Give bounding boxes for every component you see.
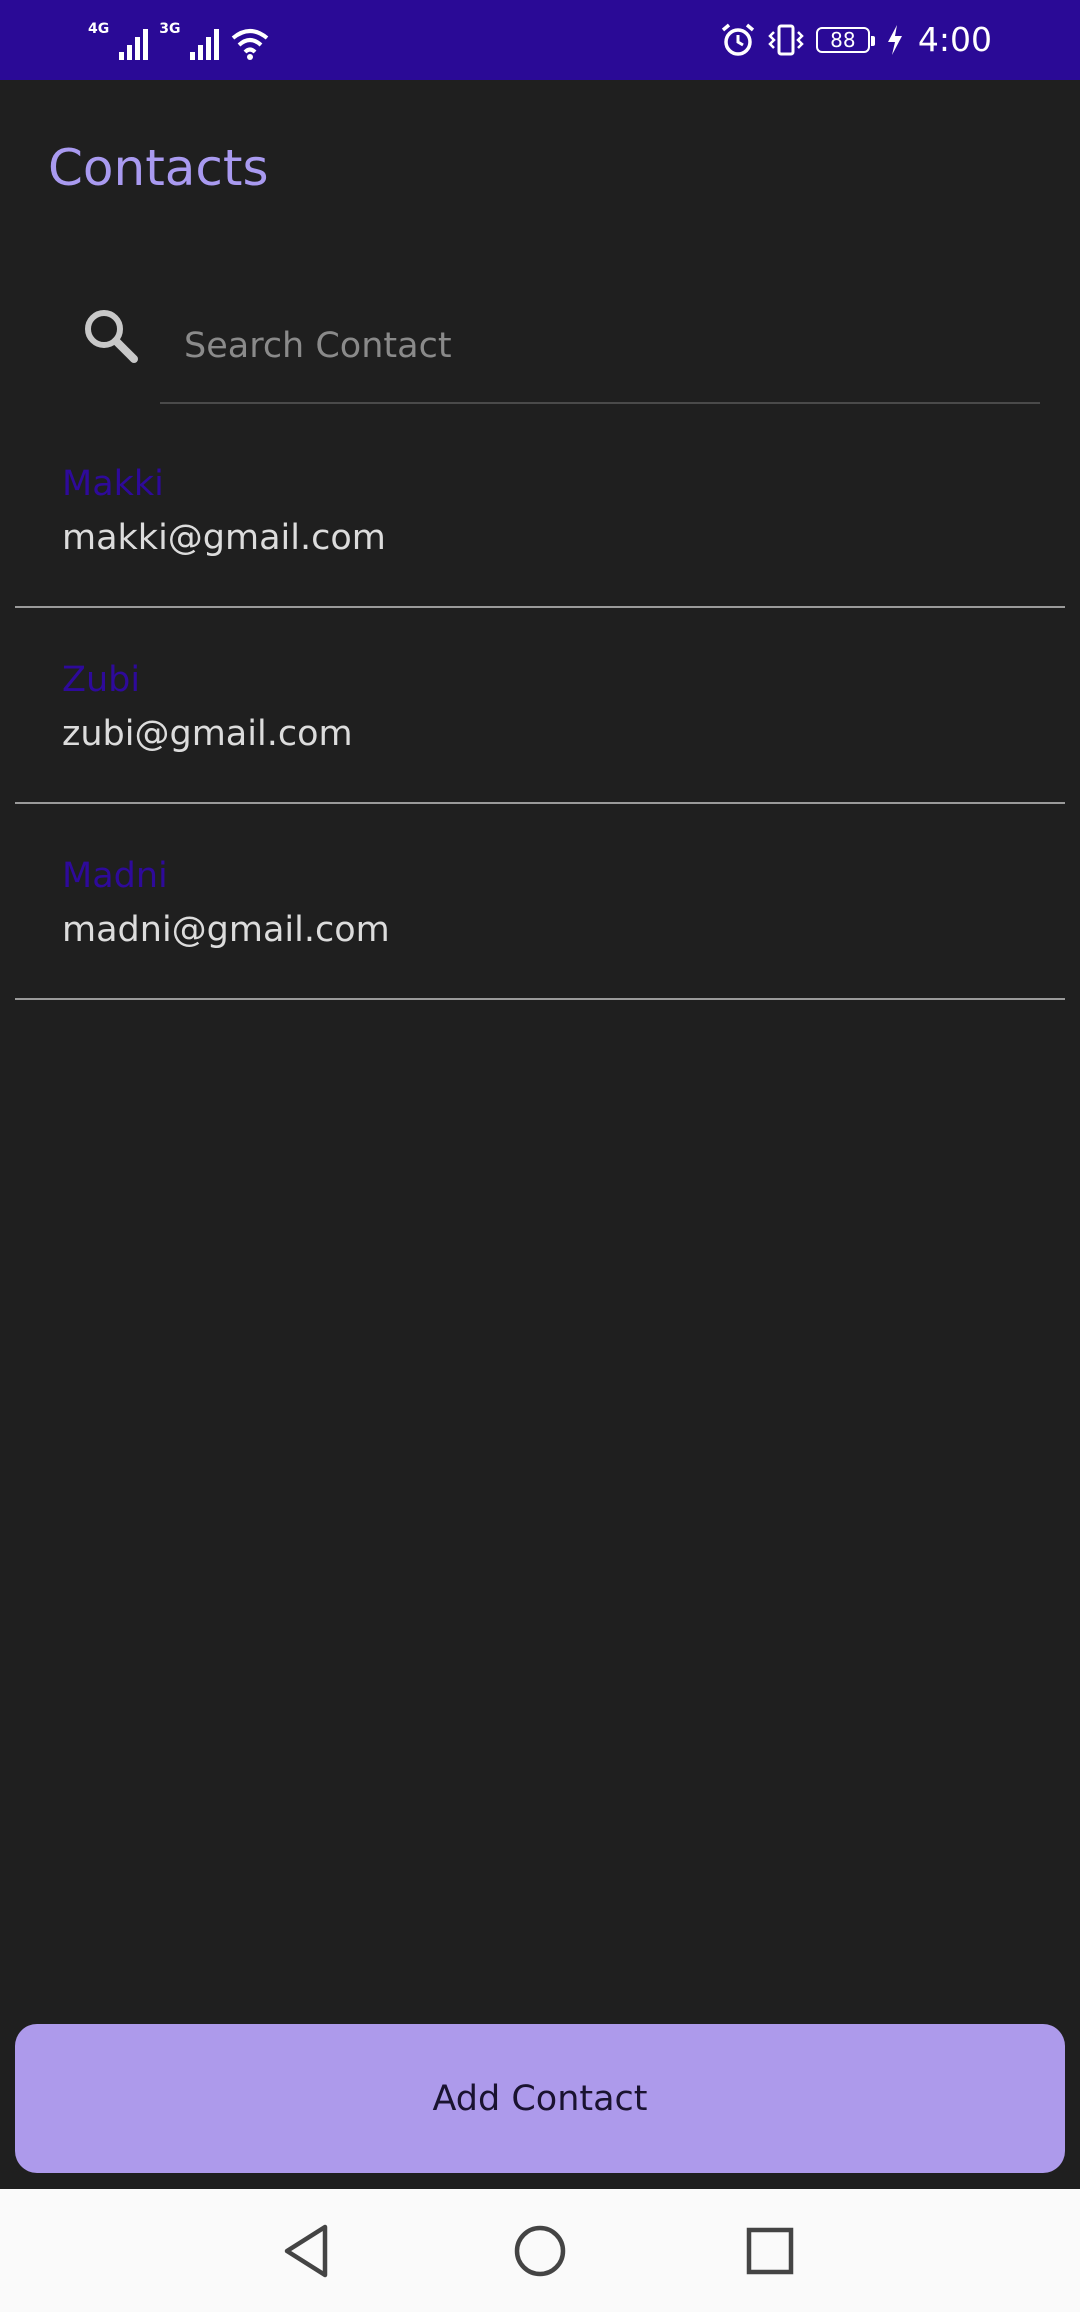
search-icon[interactable] (80, 305, 140, 365)
contact-name: Madni (62, 856, 168, 896)
network-label-1: 4G (88, 21, 110, 37)
contact-email: makki@gmail.com (62, 518, 386, 558)
alarm-icon (721, 23, 755, 56)
contact-list: Makki makki@gmail.com Zubi zubi@gmail.co… (15, 412, 1065, 1000)
charging-icon (887, 25, 902, 55)
search-input[interactable] (160, 290, 1040, 404)
status-left: 4G 3G (88, 16, 270, 60)
add-contact-button[interactable]: Add Contact (15, 2024, 1065, 2173)
vibrate-icon (768, 24, 804, 56)
page-title: Contacts (48, 139, 269, 197)
signal-icon (119, 29, 149, 60)
battery-icon: 88 (815, 27, 875, 53)
contact-name: Zubi (62, 660, 141, 700)
signal-icon (190, 29, 220, 60)
list-item[interactable]: Madni madni@gmail.com (15, 804, 1065, 1000)
list-item[interactable]: Zubi zubi@gmail.com (15, 608, 1065, 804)
contact-name: Makki (62, 464, 164, 504)
home-circle-icon[interactable] (508, 2219, 572, 2283)
back-triangle-icon[interactable] (277, 2219, 341, 2283)
contact-email: zubi@gmail.com (62, 714, 353, 754)
list-item[interactable]: Makki makki@gmail.com (15, 412, 1065, 608)
status-right: 88 4:00 (720, 14, 992, 66)
battery-level: 88 (830, 28, 856, 52)
wifi-icon (232, 29, 269, 60)
recent-square-icon[interactable] (738, 2219, 802, 2283)
contacts-screen: 4G 3G 88 4:00 Contacts Search Contact Ma… (0, 0, 1080, 2312)
network-label-2: 3G (159, 21, 181, 37)
contact-email: madni@gmail.com (62, 910, 390, 950)
status-bar: 4G 3G 88 4:00 (0, 0, 1080, 80)
status-time: 4:00 (917, 20, 992, 59)
navigation-bar (0, 2189, 1080, 2312)
